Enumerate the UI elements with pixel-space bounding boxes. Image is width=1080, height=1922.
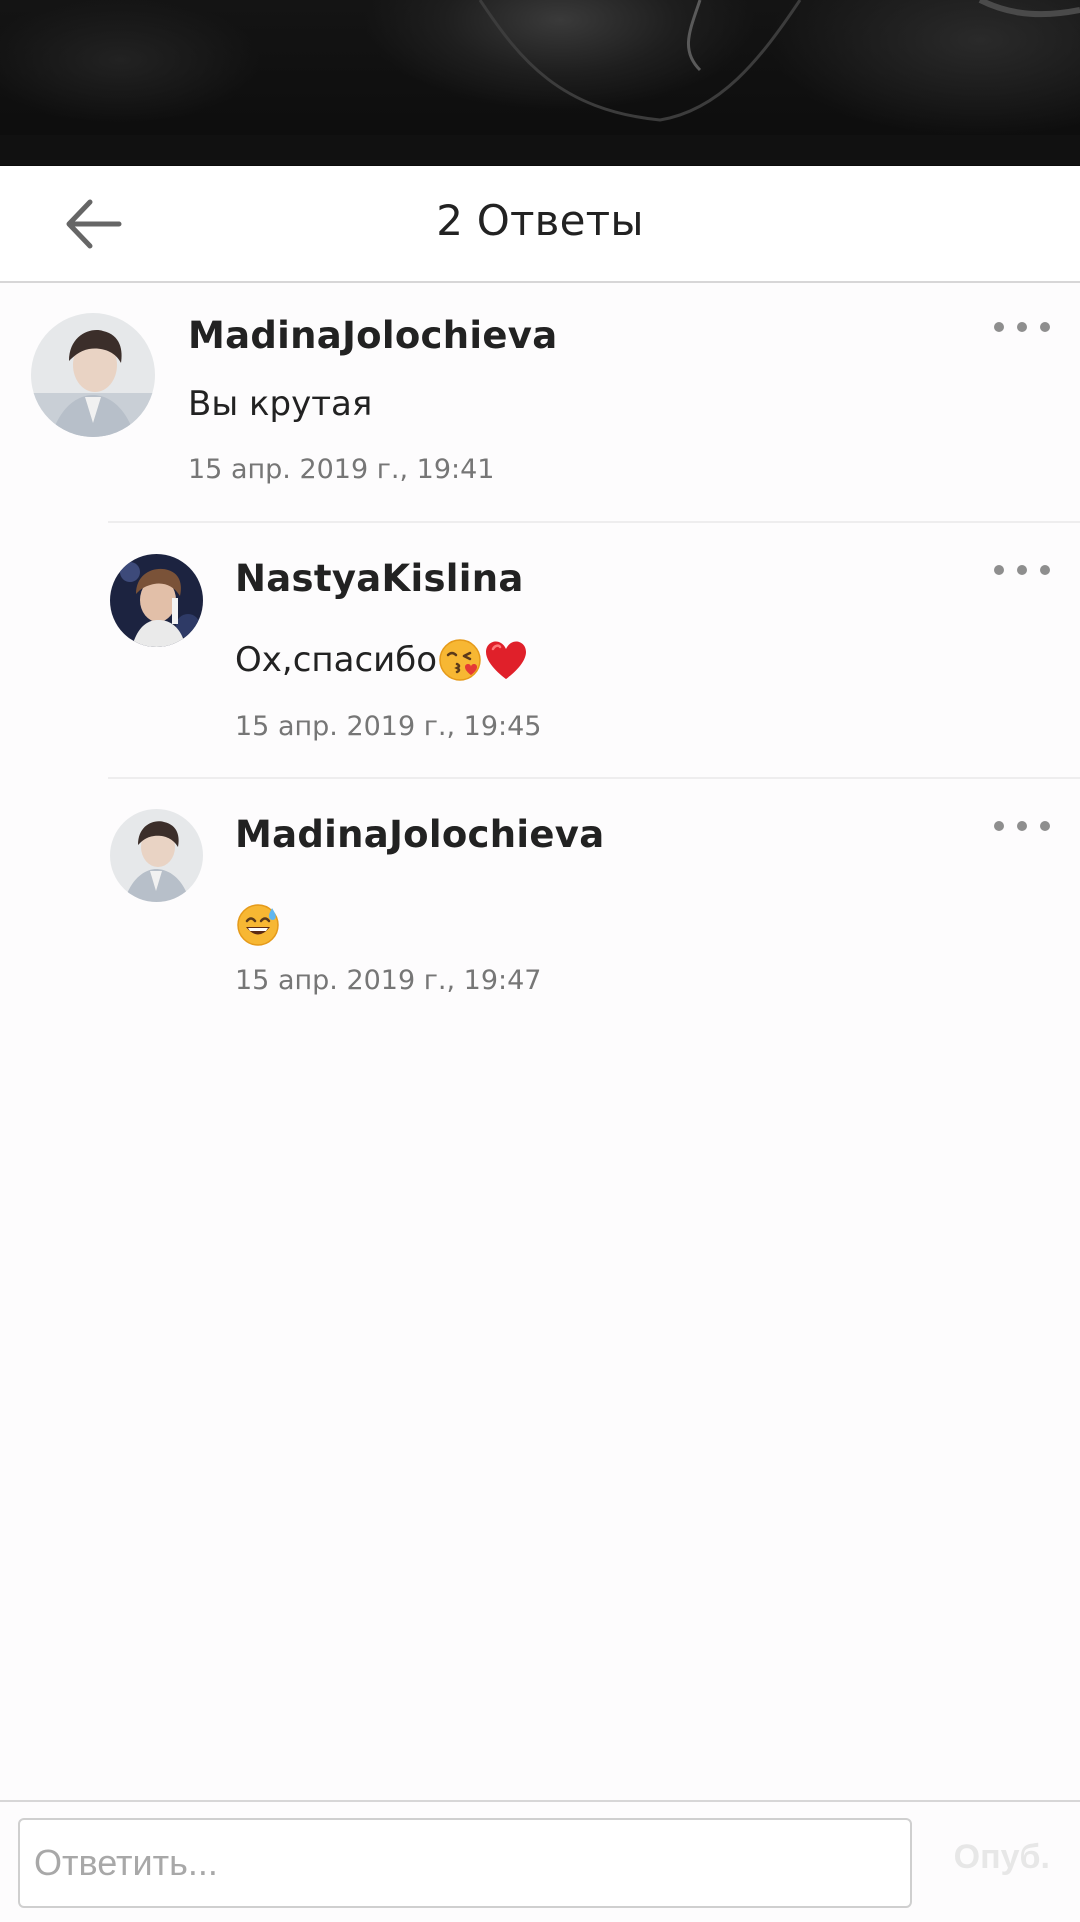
comment-timestamp: 15 апр. 2019 г., 19:41 (188, 454, 495, 485)
avatar[interactable] (31, 313, 155, 437)
face-blowing-kiss-icon (439, 639, 481, 681)
reply-author[interactable]: NastyaKislina (235, 557, 524, 600)
comment-text: Вы крутая (188, 384, 373, 424)
dot-icon (1040, 821, 1050, 831)
dot-icon (994, 821, 1004, 831)
dot-icon (1017, 821, 1027, 831)
dot-icon (994, 322, 1004, 332)
dot-icon (1017, 322, 1027, 332)
reply-bar: Опуб. (0, 1800, 1080, 1922)
comment-item: MadinaJolochieva Вы крутая 15 апр. 2019 … (0, 282, 1080, 522)
reply-timestamp: 15 апр. 2019 г., 19:47 (235, 965, 542, 996)
dot-icon (994, 565, 1004, 575)
reply-item: MadinaJolochieva 15 апр. 2019 г., 19:47 (0, 779, 1080, 1029)
dot-icon (1040, 322, 1050, 332)
grinning-face-with-sweat-icon (237, 904, 279, 946)
more-options-button[interactable] (994, 312, 1050, 342)
more-options-button[interactable] (994, 555, 1050, 585)
reply-text-row (235, 894, 281, 948)
header-photo-banner (0, 0, 1080, 166)
comment-author[interactable]: MadinaJolochieva (188, 314, 558, 357)
red-heart-icon (486, 641, 527, 679)
reply-text-row: Ох,спасибо (235, 637, 529, 683)
more-options-button[interactable] (994, 811, 1050, 841)
reply-timestamp: 15 апр. 2019 г., 19:45 (235, 711, 542, 742)
reply-author[interactable]: MadinaJolochieva (235, 813, 605, 856)
reply-input[interactable] (18, 1818, 912, 1908)
reply-item: NastyaKislina Ох,спасибо 15 апр. 2019 г.… (0, 523, 1080, 777)
dot-icon (1040, 565, 1050, 575)
page-title: 2 Ответы (436, 196, 644, 245)
reply-text: Ох,спасибо (235, 640, 438, 680)
avatar[interactable] (110, 554, 203, 647)
dot-icon (1017, 565, 1027, 575)
replies-header: 2 Ответы (0, 166, 1080, 283)
avatar[interactable] (110, 809, 203, 902)
publish-button[interactable]: Опуб. (954, 1838, 1050, 1877)
